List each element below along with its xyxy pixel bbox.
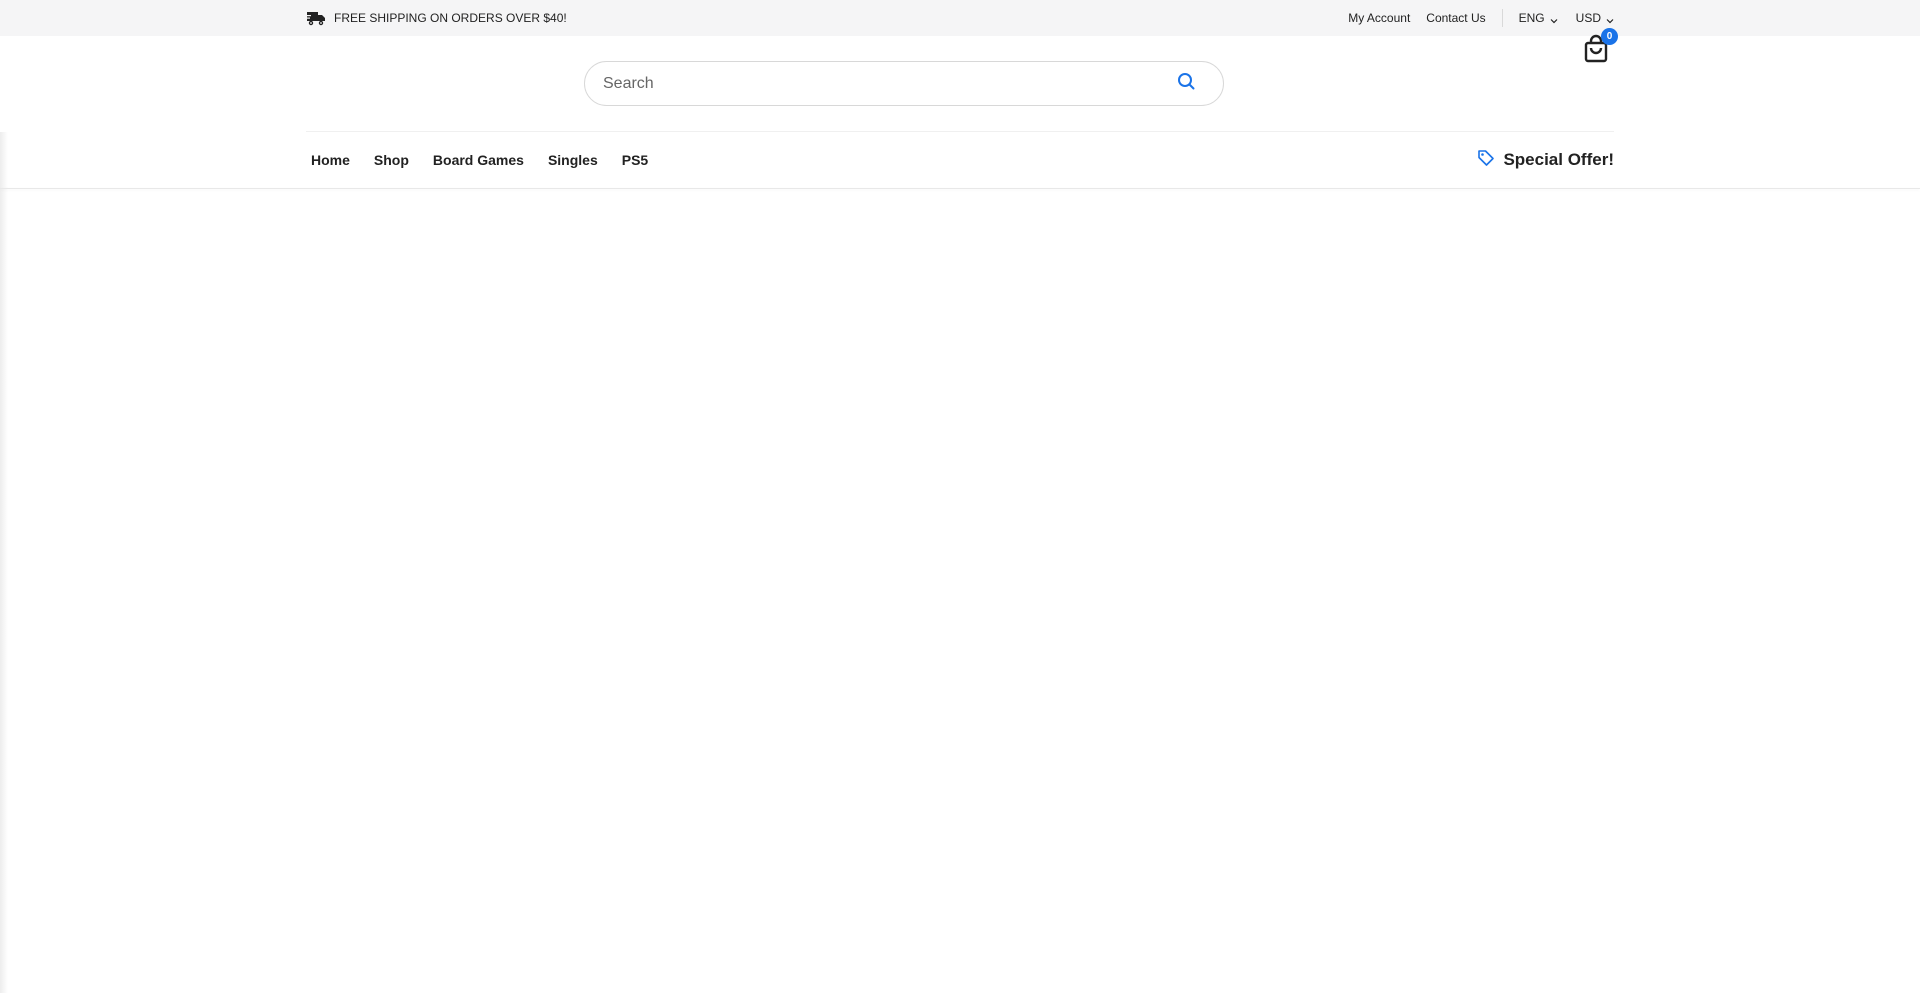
contact-us-link[interactable]: Contact Us (1426, 11, 1485, 25)
cart-count-badge: 0 (1601, 28, 1618, 45)
language-value: ENG (1518, 11, 1545, 25)
utility-links: My Account Contact Us ENG USD (1332, 9, 1614, 27)
nav-item-singles[interactable]: Singles (548, 152, 598, 168)
nav-item-ps5[interactable]: PS5 (622, 152, 648, 168)
search-bar (584, 61, 1224, 106)
announcement-bar: FREE SHIPPING ON ORDERS OVER $40! My Acc… (0, 0, 1920, 36)
nav-item-shop[interactable]: Shop (374, 152, 409, 168)
currency-value: USD (1575, 11, 1601, 25)
tag-icon (1477, 149, 1495, 172)
my-account-link[interactable]: My Account (1348, 11, 1410, 25)
search-button[interactable] (1175, 73, 1197, 95)
nav-item-board-games[interactable]: Board Games (433, 152, 524, 168)
special-offer-link[interactable]: Special Offer! (1477, 149, 1614, 172)
nav-item-home[interactable]: Home (311, 152, 350, 168)
header-bottom-border (0, 188, 1920, 189)
shopping-bag-icon (1582, 34, 1610, 68)
language-selector[interactable]: ENG (1519, 11, 1558, 25)
chevron-down-icon (1550, 14, 1558, 24)
utility-divider (1501, 9, 1503, 27)
announcement-bar-inner: FREE SHIPPING ON ORDERS OVER $40! My Acc… (306, 0, 1614, 36)
special-offer-label: Special Offer! (1503, 150, 1614, 169)
search-icon (1177, 72, 1195, 95)
chevron-down-icon (1606, 14, 1614, 24)
main-header (0, 36, 1920, 132)
shipping-promo-text: FREE SHIPPING ON ORDERS OVER $40! (334, 11, 567, 25)
main-navigation: Home Shop Board Games Singles PS5 Specia… (306, 132, 1614, 188)
search-input[interactable] (603, 74, 1175, 93)
shipping-promo: FREE SHIPPING ON ORDERS OVER $40! (306, 10, 567, 26)
currency-selector[interactable]: USD (1576, 11, 1614, 25)
page-left-shadow (0, 0, 8, 993)
truck-icon (306, 10, 326, 26)
nav-menu: Home Shop Board Games Singles PS5 (306, 152, 667, 168)
